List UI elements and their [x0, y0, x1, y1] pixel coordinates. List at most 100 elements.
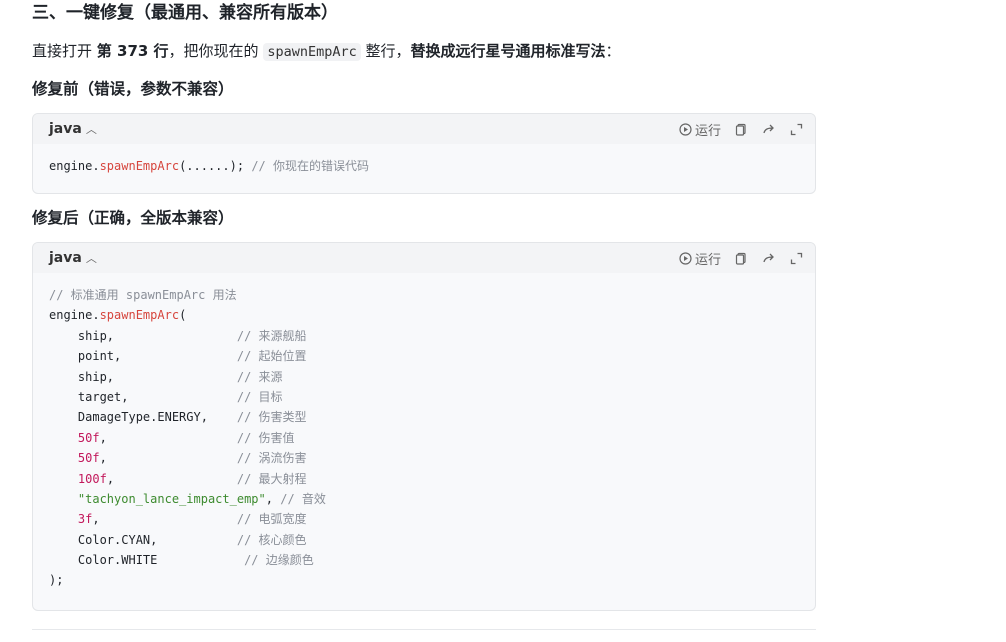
- copy-button[interactable]: [735, 252, 748, 265]
- code-line: engine.spawnEmpArc(: [49, 305, 799, 325]
- share-button[interactable]: [762, 252, 776, 265]
- code-token-function: spawnEmpArc: [99, 159, 180, 173]
- code-block-after: java ︿ 运行 // 标准通用 spawnEmpArc 用法 engine.…: [32, 242, 816, 611]
- code-body: engine.spawnEmpArc(......); // 你现在的错误代码: [33, 144, 815, 190]
- code-token-number: 100f: [77, 471, 107, 486]
- code-comment: // 最大射程: [236, 471, 307, 486]
- intro-text-3: 整行，: [360, 42, 411, 60]
- inline-code: spawnEmpArc: [263, 43, 361, 61]
- code-line: point, // 起始位置: [49, 346, 799, 366]
- code-body: // 标准通用 spawnEmpArc 用法 engine.spawnEmpAr…: [33, 273, 815, 605]
- code-line: 3f, // 电弧宽度: [49, 509, 799, 529]
- code-comment: // 伤害类型: [236, 410, 307, 425]
- code-comment: // 标准通用 spawnEmpArc 用法: [49, 288, 237, 302]
- code-line: // 标准通用 spawnEmpArc 用法: [49, 285, 799, 305]
- code-comment: // 涡流伤害: [236, 451, 307, 466]
- code-token: engine.: [49, 159, 100, 173]
- code-token: Color.CYAN,: [49, 532, 158, 547]
- share-button[interactable]: [762, 123, 776, 136]
- code-token-number: 50f: [77, 430, 100, 445]
- language-toggle[interactable]: java ︿: [49, 121, 97, 137]
- code-token: (......);: [179, 159, 245, 173]
- code-comment: // 你现在的错误代码: [244, 159, 369, 173]
- expand-button[interactable]: [790, 252, 803, 265]
- code-token: ,: [99, 430, 107, 445]
- code-block-before: java ︿ 运行 engine.spawnEmpArc(......); //…: [32, 113, 816, 194]
- code-comment: // 来源: [236, 369, 283, 384]
- code-token: Color.WHITE: [49, 553, 158, 568]
- play-circle-icon: [679, 122, 692, 136]
- code-header: java ︿ 运行: [33, 114, 815, 144]
- divider: [32, 629, 816, 630]
- section-heading: 三、一键修复（最通用、兼容所有版本）: [32, 3, 338, 23]
- before-heading: 修复前（错误，参数不兼容）: [32, 80, 234, 98]
- intro-text-2: ，把你现在的: [168, 42, 264, 60]
- after-heading: 修复后（正确，全版本兼容）: [32, 209, 234, 227]
- code-comment: // 起始位置: [236, 349, 307, 364]
- intro-bold-line: 第 373 行: [96, 42, 169, 60]
- code-comment: // 音效: [280, 491, 326, 506]
- code-token-string: "tachyon_lance_impact_emp": [77, 491, 266, 506]
- code-token: );: [49, 573, 64, 588]
- code-token: (: [179, 308, 187, 323]
- language-label: java: [49, 121, 82, 137]
- play-circle-icon: [679, 251, 692, 265]
- code-token: DamageType.ENERGY,: [49, 410, 208, 425]
- code-line: target, // 目标: [49, 387, 799, 407]
- code-token: engine.: [49, 308, 100, 323]
- code-line: 50f, // 伤害值: [49, 428, 799, 448]
- run-button[interactable]: 运行: [679, 249, 721, 268]
- code-token: ,: [106, 471, 115, 486]
- chevron-up-icon: ︿: [85, 123, 97, 136]
- code-line: 100f, // 最大射程: [49, 469, 799, 489]
- code-line: ship, // 来源舰船: [49, 326, 799, 346]
- code-toolbar: 运行: [679, 249, 803, 268]
- code-comment: // 来源舰船: [236, 328, 307, 343]
- code-line: Color.WHITE // 边缘颜色: [49, 550, 799, 570]
- code-line: Color.CYAN, // 核心颜色: [49, 530, 799, 550]
- copy-button[interactable]: [735, 123, 748, 136]
- code-token: ,: [99, 451, 107, 466]
- code-comment: // 目标: [236, 389, 283, 404]
- code-token: point,: [49, 349, 122, 364]
- copy-icon: [735, 252, 746, 265]
- copy-icon: [735, 123, 746, 136]
- code-comment: // 边缘颜色: [244, 553, 314, 568]
- intro-bold-instruction: 替换成远行星号通用标准写法: [410, 42, 606, 60]
- code-header: java ︿ 运行: [33, 243, 815, 273]
- code-token-number: 50f: [77, 451, 100, 466]
- share-arrow-icon: [763, 124, 774, 133]
- code-token: ,: [265, 491, 273, 506]
- run-button[interactable]: 运行: [679, 120, 721, 139]
- intro-paragraph: 直接打开 第 373 行，把你现在的 spawnEmpArc 整行，替换成远行星…: [32, 40, 621, 63]
- share-arrow-icon: [763, 253, 774, 262]
- code-line: );: [49, 570, 799, 590]
- code-line: DamageType.ENERGY, // 伤害类型: [49, 407, 799, 427]
- code-line: engine.spawnEmpArc(......); // 你现在的错误代码: [49, 156, 799, 176]
- code-line: 50f, // 涡流伤害: [49, 448, 799, 468]
- code-toolbar: 运行: [679, 120, 803, 139]
- code-token: ship,: [49, 328, 115, 343]
- code-comment: // 电弧宽度: [236, 512, 307, 527]
- code-comment: // 伤害值: [236, 430, 295, 445]
- intro-text-1: 直接打开: [32, 42, 97, 60]
- code-comment: // 核心颜色: [236, 532, 307, 547]
- expand-button[interactable]: [790, 123, 803, 136]
- expand-icon: [790, 123, 803, 135]
- intro-text-4: ：: [605, 42, 621, 60]
- code-line: ship, // 来源: [49, 367, 799, 387]
- language-toggle[interactable]: java ︿: [49, 250, 97, 266]
- code-token: target,: [49, 389, 129, 404]
- expand-icon: [790, 252, 803, 264]
- code-token-number: 3f: [77, 512, 93, 527]
- run-label: 运行: [694, 123, 721, 139]
